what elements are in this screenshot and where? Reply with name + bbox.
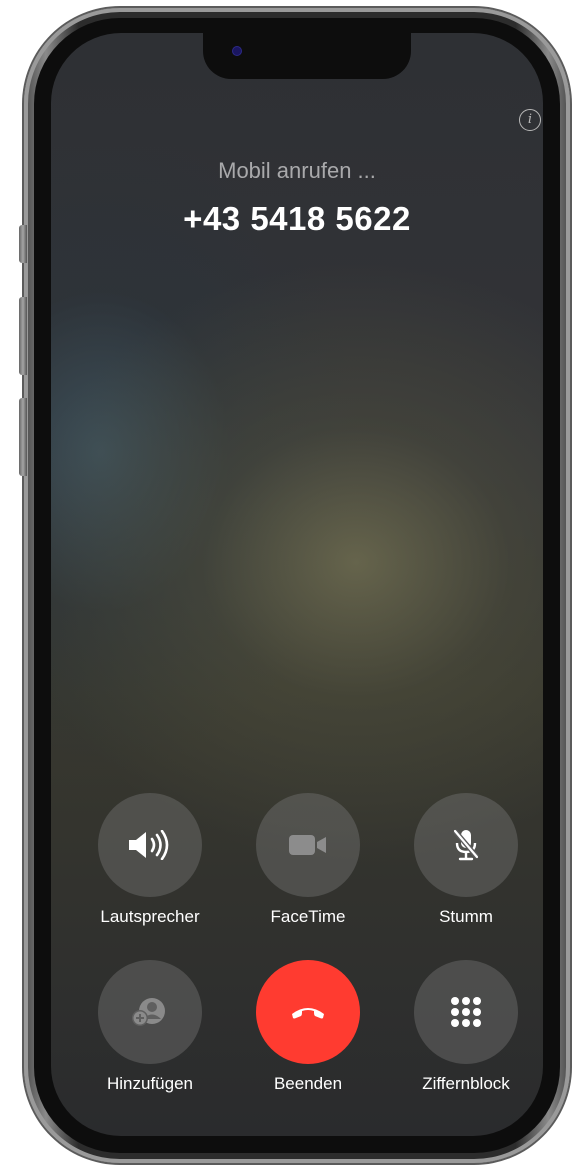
call-screen: i Mobil anrufen ... +43 5418 5622 Lautsp… (51, 33, 543, 1136)
video-camera-icon (289, 835, 326, 855)
mute-button[interactable] (414, 793, 518, 897)
notch (203, 33, 411, 79)
facetime-button[interactable] (256, 793, 360, 897)
keypad-label: Ziffernblock (422, 1074, 510, 1093)
hang-up-icon (292, 1008, 324, 1019)
add-call-button[interactable] (98, 960, 202, 1064)
keypad-icon (451, 997, 481, 1027)
speaker-button[interactable] (98, 793, 202, 897)
add-call-control: Hinzufügen (70, 960, 230, 1094)
add-call-label: Hinzufügen (106, 1074, 193, 1093)
keypad-control: Ziffernblock (386, 960, 543, 1094)
volume-up-button (19, 297, 27, 375)
front-camera (233, 47, 241, 55)
volume-down-button (19, 398, 27, 476)
end-call-label: Beenden (273, 1074, 343, 1093)
speaker-icon (129, 830, 169, 860)
speaker-label: Lautsprecher (100, 907, 200, 926)
add-person-icon (132, 998, 165, 1026)
end-call-control: Beenden (228, 960, 388, 1094)
mute-label: Stumm (439, 907, 493, 926)
facetime-label: FaceTime (270, 907, 346, 926)
phone-number: +43 5418 5622 (183, 200, 411, 237)
info-icon[interactable]: i (519, 109, 541, 131)
call-status: Mobil anrufen ... (218, 158, 376, 183)
mute-control: Stumm (386, 793, 543, 927)
silent-switch (19, 225, 27, 263)
microphone-slash-icon (453, 829, 479, 861)
keypad-button[interactable] (414, 960, 518, 1064)
end-call-button[interactable] (256, 960, 360, 1064)
speaker-control: Lautsprecher (70, 793, 230, 927)
facetime-control: FaceTime (228, 793, 388, 927)
